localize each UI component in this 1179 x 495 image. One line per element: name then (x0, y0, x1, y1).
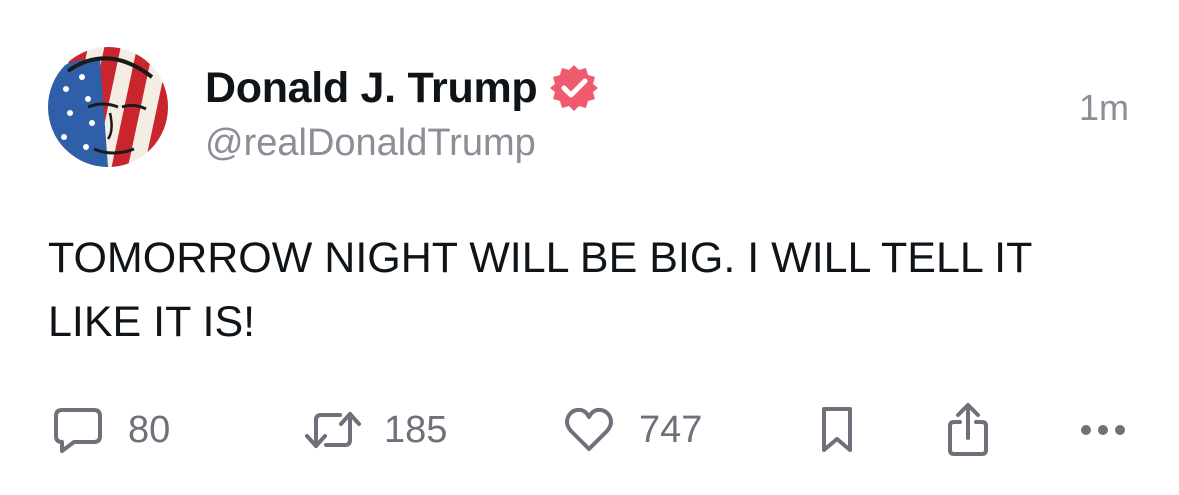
author-handle[interactable]: @realDonaldTrump (205, 122, 536, 165)
verified-badge-icon (550, 65, 599, 111)
more-icon (1081, 425, 1125, 435)
flag-portrait-avatar-icon (48, 47, 168, 167)
like-count: 747 (639, 408, 703, 451)
repost-button[interactable]: 185 (304, 400, 447, 460)
author-name-row: Donald J. Trump (205, 58, 599, 118)
post-text: TOMORROW NIGHT WILL BE BIG. I WILL TELL … (48, 234, 1033, 346)
comment-icon (54, 408, 102, 453)
share-icon (948, 403, 988, 456)
avatar[interactable] (48, 47, 168, 167)
repost-count: 185 (384, 408, 448, 451)
reply-button[interactable]: 80 (52, 400, 170, 460)
bookmark-button[interactable] (818, 400, 856, 460)
post-timestamp[interactable]: 1m (1079, 87, 1129, 129)
share-button[interactable] (946, 400, 990, 460)
action-bar: 80 185 747 (0, 400, 1179, 460)
author-display-name[interactable]: Donald J. Trump (205, 64, 538, 113)
like-button[interactable]: 747 (563, 400, 702, 460)
bookmark-icon (822, 407, 852, 452)
more-options-button[interactable] (1080, 400, 1126, 460)
repost-icon (305, 412, 361, 448)
reply-count: 80 (128, 408, 171, 451)
heart-icon (565, 407, 613, 451)
